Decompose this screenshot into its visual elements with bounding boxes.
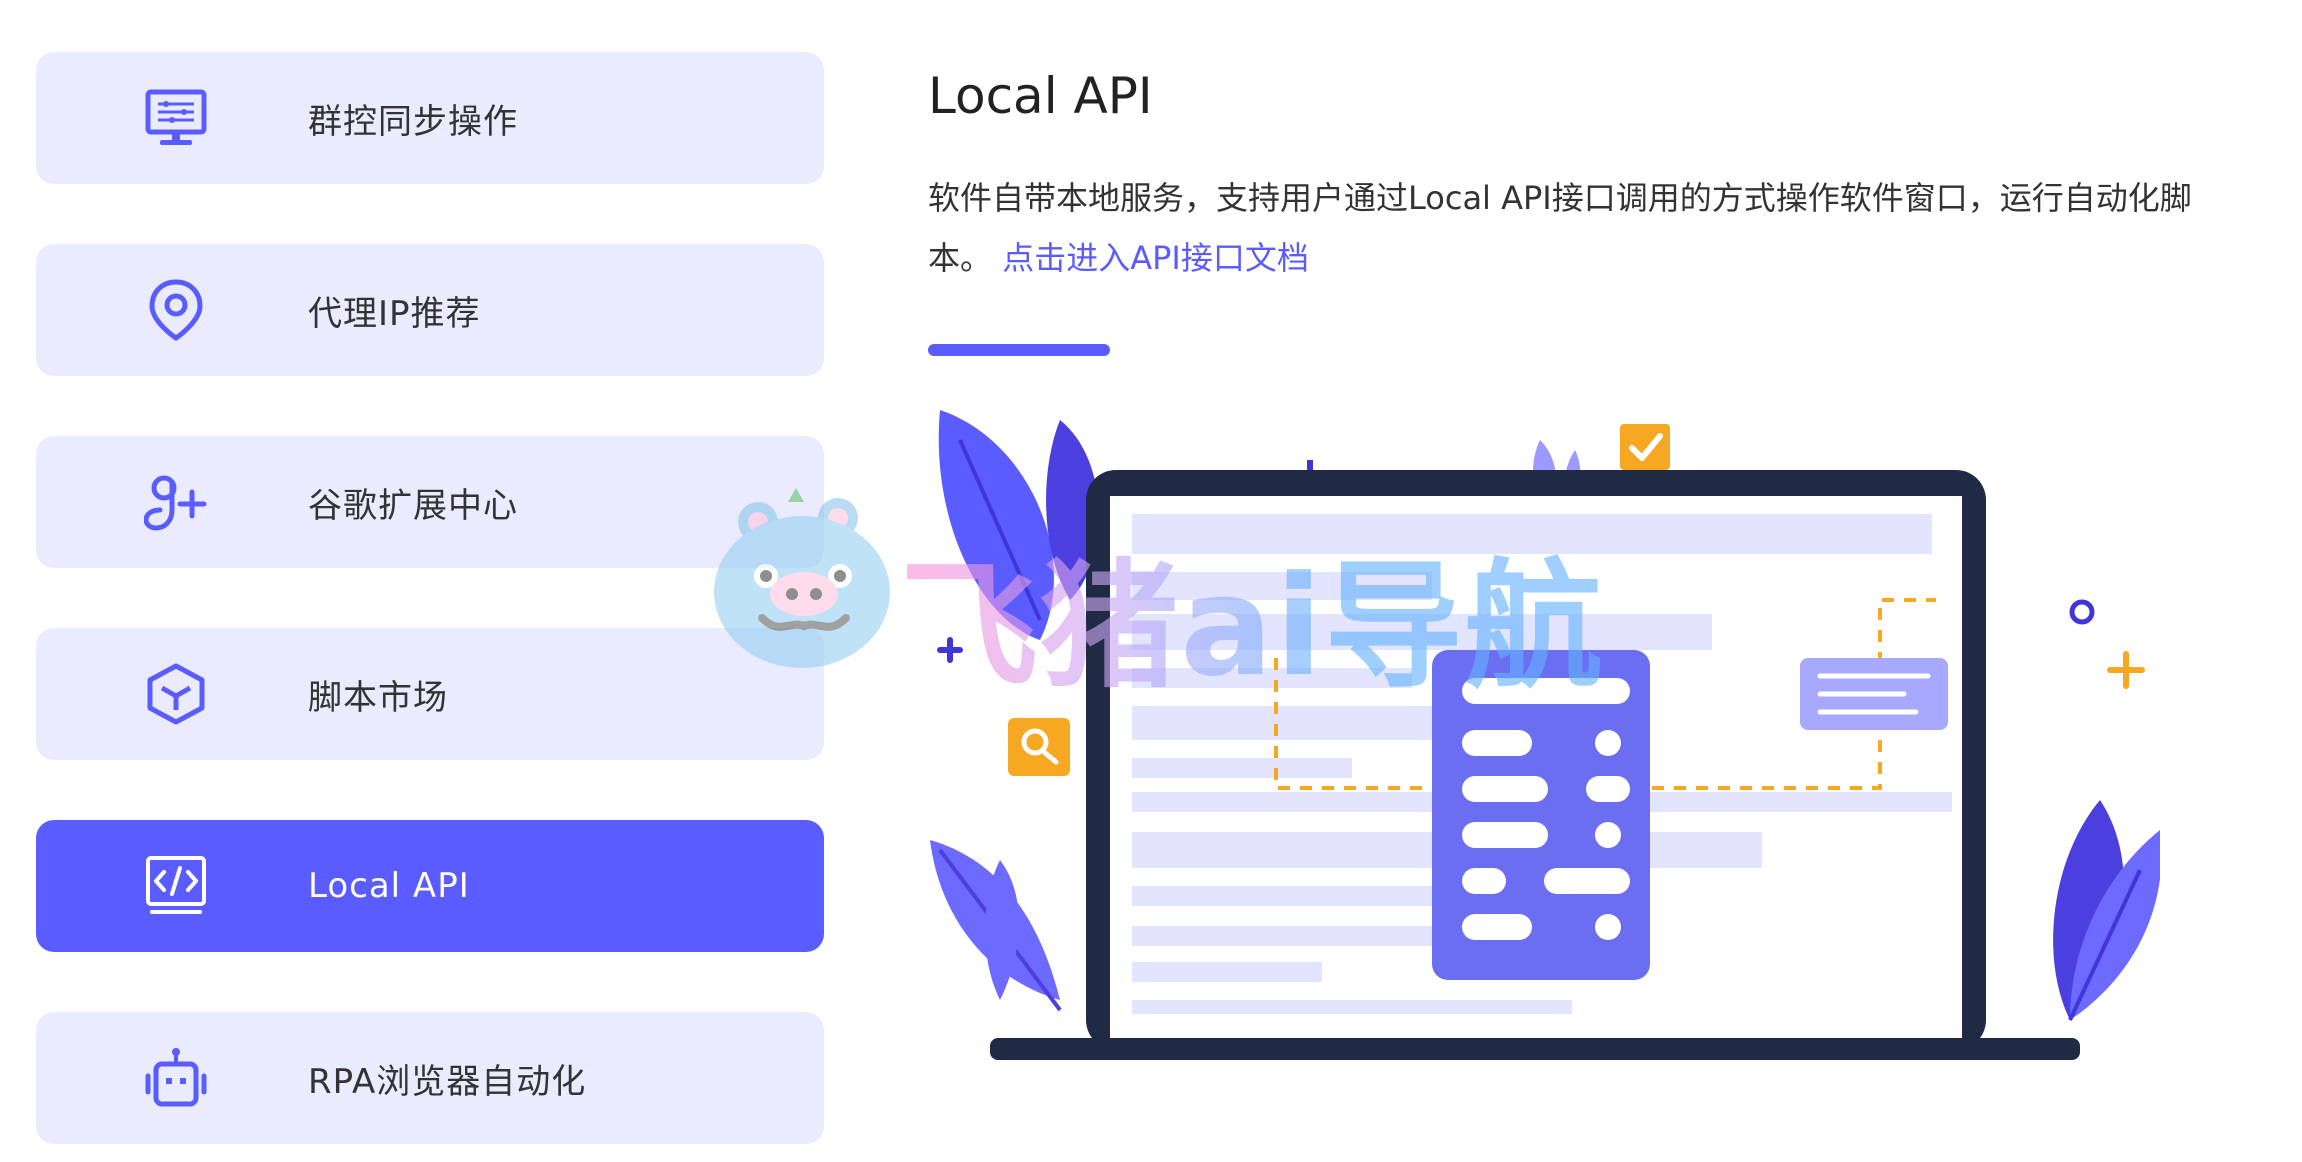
menu-item-script-market[interactable]: 脚本市场 [36,628,824,760]
menu-item-label: 代理IP推荐 [308,293,481,334]
watermark-text: 飞猪ai导航 [900,514,1604,714]
feature-title: Local API [928,67,1153,125]
menu-item-label: 谷歌扩展中心 [308,485,518,526]
title-accent-bar [928,344,1110,356]
pig-mascot-logo [714,488,890,668]
menu-item-label: RPA浏览器自动化 [308,1061,587,1102]
page: 群控同步操作 代理IP推荐 谷歌扩展中心 脚本市场 Local API RPA浏… [0,0,2302,1162]
menu-item-local-api[interactable]: Local API [36,820,824,952]
watermark: 飞猪ai导航 [710,480,1630,707]
menu-item-label: Local API [308,866,470,906]
location-pin-icon [144,278,208,342]
google-plus-icon [144,470,208,534]
menu-item-group-control[interactable]: 群控同步操作 [36,52,824,184]
api-docs-link[interactable]: 点击进入API接口文档 [1002,239,1309,277]
menu-item-label: 群控同步操作 [308,101,518,142]
menu-item-extension-center[interactable]: 谷歌扩展中心 [36,436,824,568]
menu-item-proxy-ip[interactable]: 代理IP推荐 [36,244,824,376]
feature-menu: 群控同步操作 代理IP推荐 谷歌扩展中心 脚本市场 Local API RPA浏… [36,52,824,1162]
monitor-icon [144,86,208,150]
robot-icon [144,1046,208,1110]
feature-description: 软件自带本地服务，支持用户通过Local API接口调用的方式操作软件窗口，运行… [928,168,2218,288]
menu-item-rpa-automation[interactable]: RPA浏览器自动化 [36,1012,824,1144]
cube-icon [144,662,208,726]
menu-item-label: 脚本市场 [308,677,448,718]
code-window-icon [144,854,208,918]
feature-detail: Local API 软件自带本地服务，支持用户通过Local API接口调用的方… [928,60,2258,356]
